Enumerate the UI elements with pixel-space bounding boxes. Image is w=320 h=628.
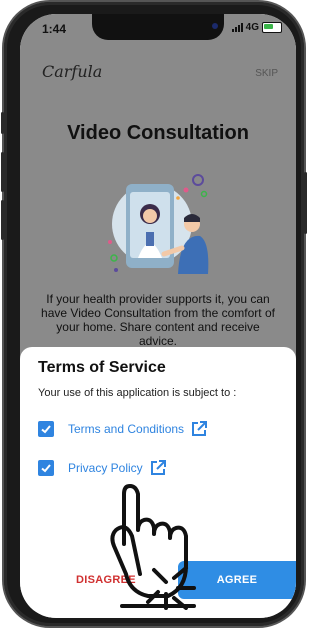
mute-switch (1, 112, 4, 134)
camera-icon (212, 23, 218, 29)
power-button (304, 172, 307, 234)
skip-button[interactable]: SKIP (255, 68, 278, 79)
battery-icon (262, 22, 282, 33)
privacy-checkbox[interactable] (38, 460, 54, 476)
tap-hand-icon (110, 484, 196, 610)
check-icon (41, 464, 51, 473)
sheet-subtitle: Your use of this application is subject … (38, 387, 237, 399)
terms-conditions-row[interactable]: Terms and Conditions (38, 420, 208, 438)
app-logo: Carfula (42, 62, 103, 81)
signal-icon (231, 23, 243, 32)
status-indicators: 4G (231, 22, 282, 33)
check-icon (41, 425, 51, 434)
volume-up-button (1, 152, 4, 192)
sheet-title: Terms of Service (38, 359, 166, 376)
status-time: 1:44 (42, 22, 67, 36)
onboarding-description: If your health provider supports it, you… (41, 292, 275, 348)
terms-checkbox[interactable] (38, 421, 54, 437)
tap-ray (152, 568, 168, 584)
agree-label: AGREE (216, 574, 258, 586)
terms-conditions-link[interactable]: Terms and Conditions (68, 422, 184, 436)
notch (92, 14, 224, 40)
volume-down-button (1, 200, 4, 240)
external-link-icon[interactable] (190, 420, 208, 438)
video-consultation-illustration (108, 174, 209, 274)
onboarding-title: Video Consultation (67, 122, 249, 144)
network-label: 4G (245, 22, 259, 33)
privacy-policy-link[interactable]: Privacy Policy (68, 461, 143, 475)
